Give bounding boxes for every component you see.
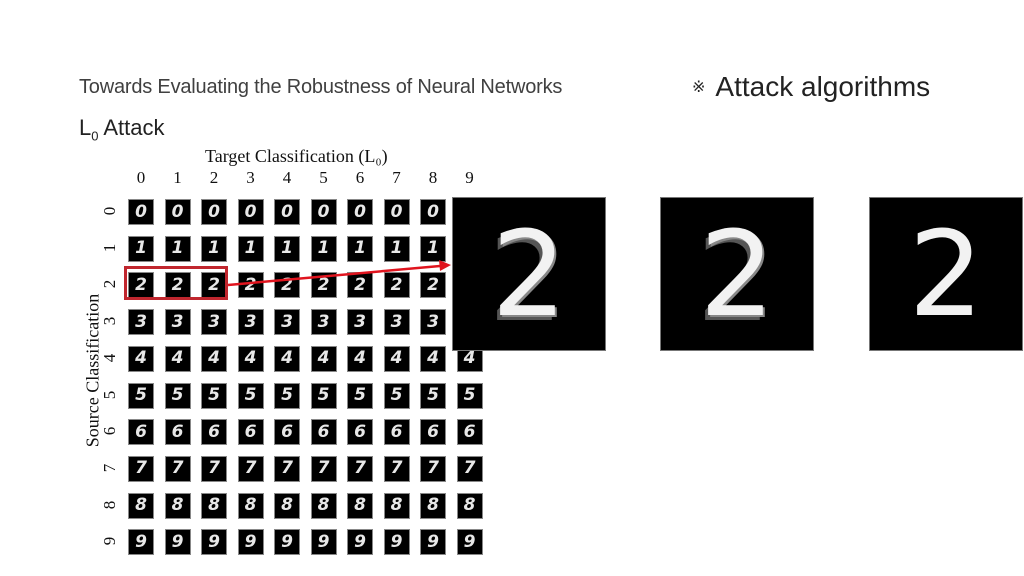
digit-image: 2 [699,205,775,343]
enlarged-image-1: 2 [452,197,606,351]
enlarged-image-3: 2 [869,197,1023,351]
enlarged-image-2: 2 [660,197,814,351]
digit-image: 2 [491,205,567,343]
digit-image: 2 [908,205,984,343]
